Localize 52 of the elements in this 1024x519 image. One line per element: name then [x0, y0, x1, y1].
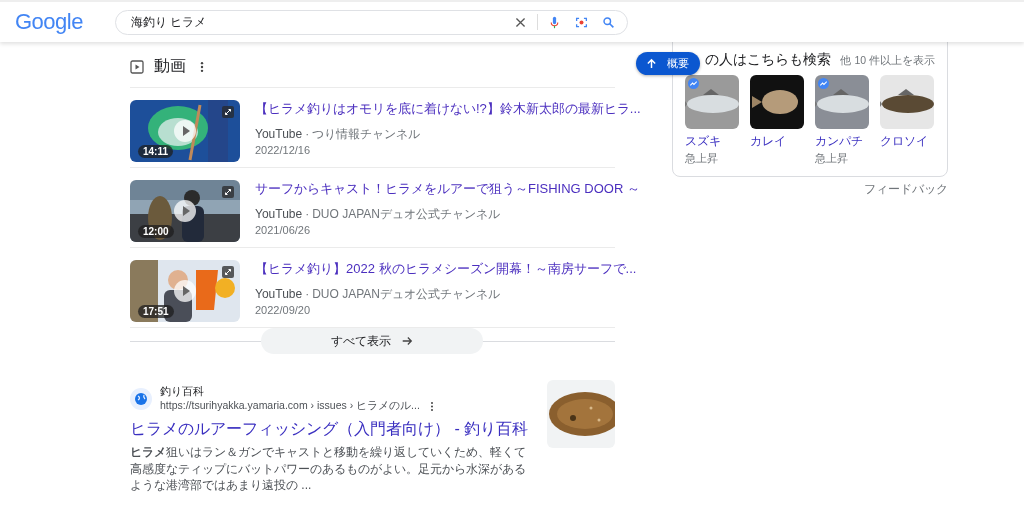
expand-icon[interactable]: [222, 106, 234, 118]
camera-lens-icon[interactable]: [575, 15, 588, 29]
arrow-right-icon: [401, 335, 413, 347]
result-url[interactable]: https://tsurihyakka.yamaria.com › issues › ヒラメのル...: [160, 399, 420, 413]
related-search-link[interactable]: カレイ: [750, 133, 804, 150]
video-source: YouTube: [255, 207, 303, 221]
video-icon: [130, 59, 144, 74]
video-duration: 12:00: [138, 225, 174, 238]
arrow-up-icon: [646, 58, 657, 69]
play-icon[interactable]: [173, 199, 197, 223]
video-title-link[interactable]: 【ヒラメ釣り】2022 秋のヒラメシーズン開幕！～南房サーフで...: [255, 260, 637, 278]
expand-icon[interactable]: [222, 186, 234, 198]
play-icon[interactable]: [173, 279, 197, 303]
expand-icon[interactable]: [222, 266, 234, 278]
result-snippet: ヒラメ狙いはラン＆ガンでキャストと移動を繰り返していくため、軽くて高感度なティップにバットパワーのあるものがよい。足元から水深があるような港湾部ではあまり遠投の ...: [130, 444, 527, 494]
trend-label: 急上昇: [815, 152, 849, 166]
video-duration: 17:51: [138, 305, 174, 318]
result-title-link[interactable]: ヒラメのルアーフィッシング（入門者向け） - 釣り百科: [130, 419, 535, 440]
trending-icon: [818, 78, 829, 89]
video-source: YouTube: [255, 127, 303, 141]
globe-icon: [130, 387, 152, 410]
close-icon[interactable]: [514, 15, 527, 29]
more-options-icon[interactable]: [429, 400, 434, 412]
overview-button[interactable]: 概要: [636, 52, 700, 75]
video-title-link[interactable]: サーフからキャスト！ヒラメをルアーで狙う～FISHING DOOR ～: [255, 180, 640, 198]
video-source: YouTube: [255, 287, 303, 301]
trending-icon: [688, 78, 699, 89]
separator-dot: ·: [305, 127, 310, 141]
related-search-link[interactable]: クロソイ: [880, 133, 934, 150]
panel-title: の人はこちらも検索: [705, 51, 831, 69]
show-all-button[interactable]: すべて表示: [261, 328, 483, 354]
related-search-link[interactable]: カンパチ: [815, 133, 869, 150]
video-date: 2022/12/16: [255, 144, 312, 156]
site-name: 釣り百科: [160, 384, 205, 399]
more-options-icon[interactable]: [200, 60, 204, 73]
section-title: 動画: [154, 56, 186, 76]
search-query: 海釣り ヒラメ: [131, 13, 208, 31]
channel-name: DUO JAPANデュオ公式チャンネル: [312, 207, 500, 221]
play-icon[interactable]: [173, 119, 197, 143]
channel-name: つり情報チャンネル: [312, 127, 421, 141]
microphone-icon[interactable]: [548, 15, 561, 29]
feedback-link[interactable]: フィードバック: [864, 182, 948, 197]
video-title-link[interactable]: 【ヒラメ釣りはオモリを底に着けない!?】鈴木新太郎の最新ヒラ...: [255, 100, 641, 118]
related-search-link[interactable]: スズキ: [685, 133, 739, 150]
video-date: 2021/06/26: [255, 224, 312, 236]
show-more-link[interactable]: 他 10 件以上を表示: [840, 54, 935, 68]
channel-name: DUO JAPANデュオ公式チャンネル: [312, 287, 500, 301]
video-date: 2022/09/20: [255, 304, 312, 316]
separator-dot: ·: [305, 207, 310, 221]
trend-label: 急上昇: [685, 152, 719, 166]
search-icon[interactable]: [602, 15, 615, 29]
separator-dot: ·: [305, 287, 310, 301]
